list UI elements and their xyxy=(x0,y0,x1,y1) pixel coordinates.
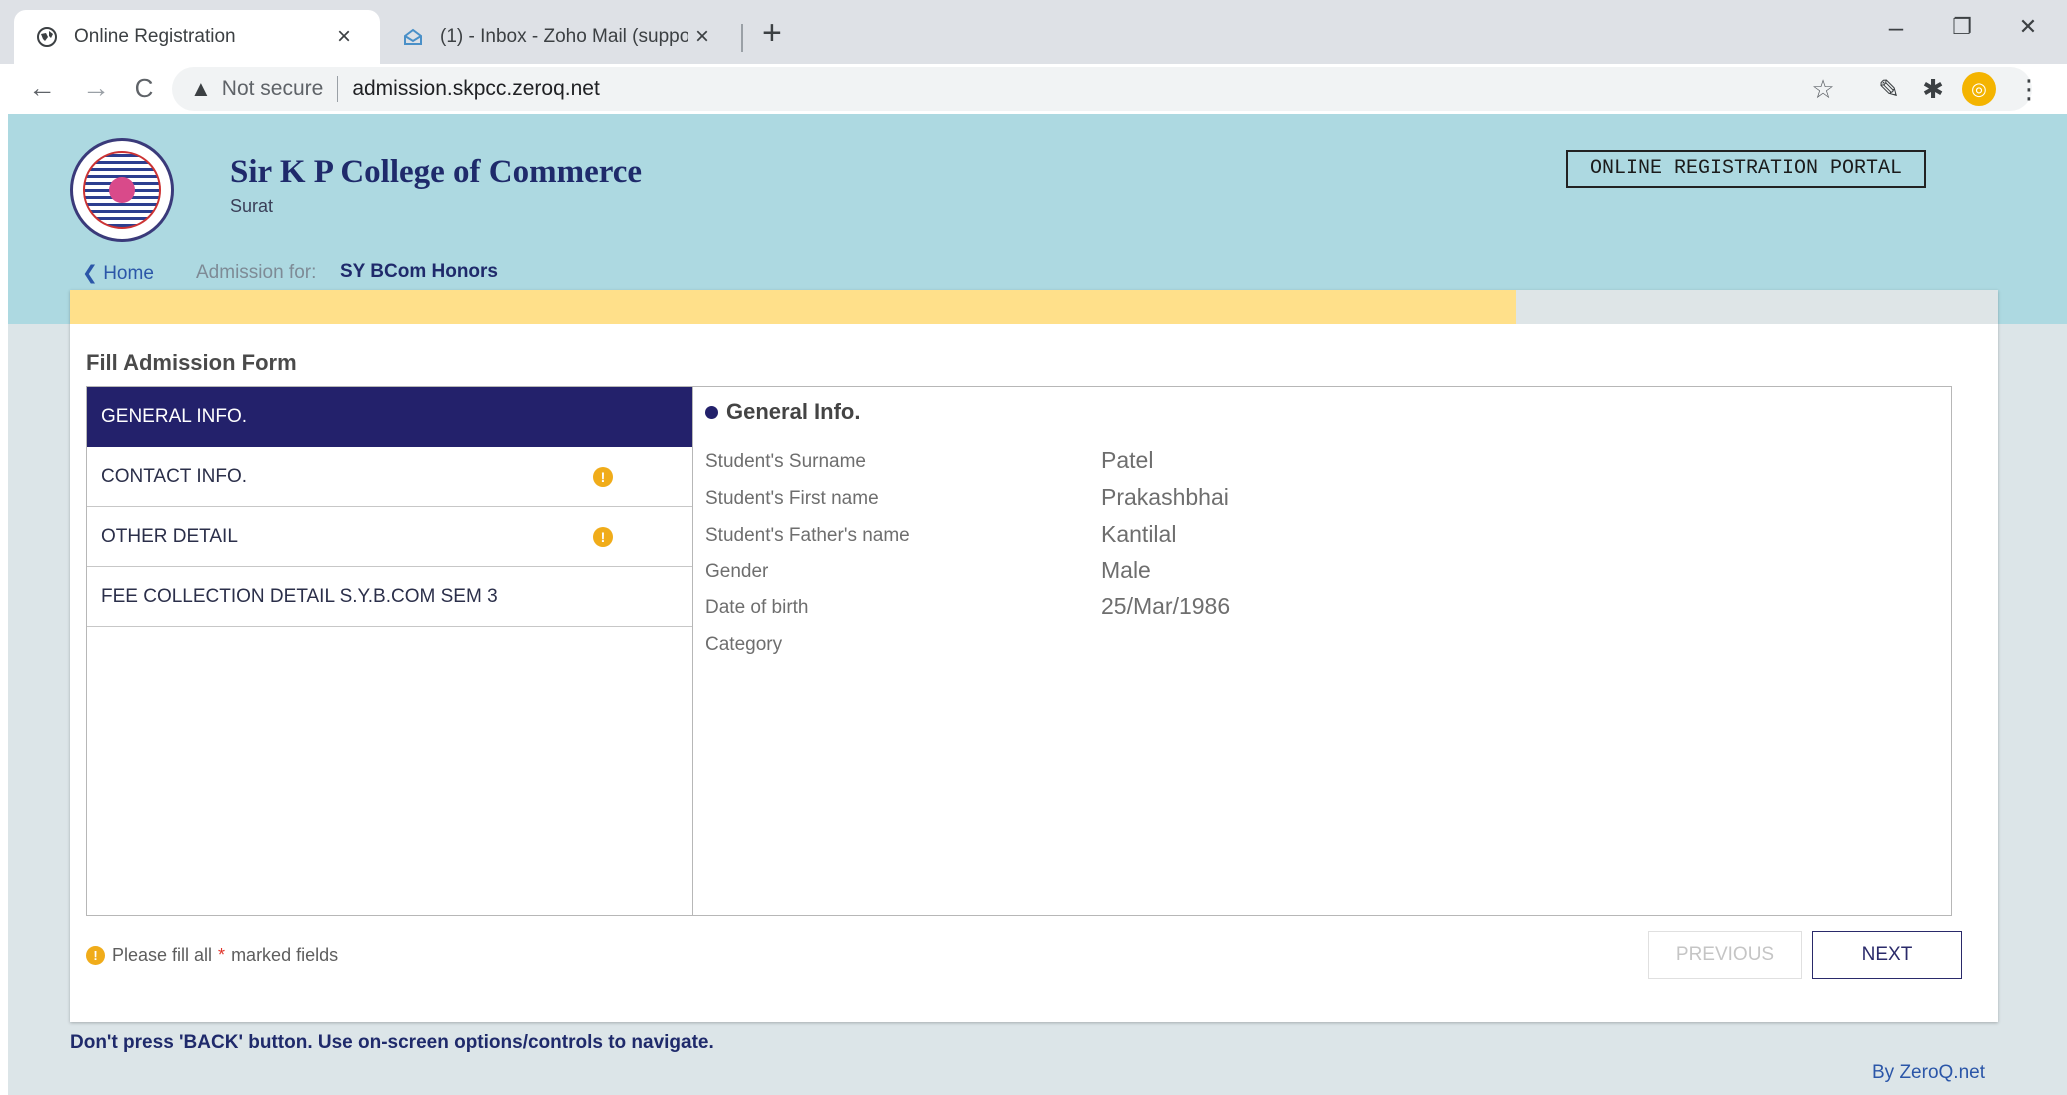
tab-online-registration[interactable]: Online Registration × xyxy=(14,10,380,64)
step-fee-collection[interactable]: FEE COLLECTION DETAIL S.Y.B.COM SEM 3 xyxy=(87,567,692,627)
field-label: Date of birth xyxy=(705,597,809,618)
field-row-gender: Gender Male xyxy=(705,553,1935,593)
warning-icon[interactable]: ▲ xyxy=(190,76,212,102)
eyedropper-icon[interactable]: ✎ xyxy=(1872,72,1906,106)
admission-label: Admission for: xyxy=(196,262,317,283)
next-button[interactable]: NEXT xyxy=(1812,931,1962,979)
field-row-first-name: Student's First name Prakashbhai xyxy=(705,480,1935,520)
back-button-warning: Don't press 'BACK' button. Use on-screen… xyxy=(70,1032,714,1053)
logo-emblem xyxy=(109,177,135,203)
field-row-dob: Date of birth 25/Mar/1986 xyxy=(705,589,1935,629)
step-label: FEE COLLECTION DETAIL S.Y.B.COM SEM 3 xyxy=(101,585,498,607)
globe-icon xyxy=(37,27,57,47)
address-separator xyxy=(337,76,339,102)
field-value: Prakashbhai xyxy=(1101,484,1229,510)
form-steps-list: GENERAL INFO. CONTACT INFO. ! OTHER DETA… xyxy=(86,386,692,916)
page-body: Sir K P College of Commerce Surat ONLINE… xyxy=(8,114,2067,1095)
section-title: General Info. xyxy=(726,399,861,424)
form-progress-bar xyxy=(70,290,1998,324)
field-row-surname: Student's Surname Patel xyxy=(705,443,1935,483)
required-star: * xyxy=(218,945,226,965)
field-label: Category xyxy=(705,634,783,655)
previous-button[interactable]: PREVIOUS xyxy=(1648,931,1802,979)
browser-toolbar: ← → C ▲ Not secure admission.skpcc.zeroq… xyxy=(0,64,2067,114)
field-value: Kantilal xyxy=(1101,521,1177,547)
step-label: GENERAL INFO. xyxy=(101,406,248,427)
alert-icon: ! xyxy=(86,946,105,965)
required-fields-note: ! Please fill all * marked fields xyxy=(86,945,338,966)
field-row-father-name: Student's Father's name Kantilal xyxy=(705,517,1935,557)
mail-icon xyxy=(404,28,422,45)
tab-zoho-mail[interactable]: (1) - Inbox - Zoho Mail (support@ × xyxy=(384,10,734,64)
form-title: Fill Admission Form xyxy=(86,350,297,375)
admission-form-card: Fill Admission Form GENERAL INFO. CONTAC… xyxy=(70,290,1998,1022)
menu-icon[interactable]: ⋮ xyxy=(2012,72,2046,106)
new-tab-button[interactable]: + xyxy=(762,16,782,50)
extensions-icon[interactable]: ✱ xyxy=(1916,72,1950,106)
college-logo xyxy=(70,138,174,242)
field-label: Gender xyxy=(705,561,769,582)
portal-label: ONLINE REGISTRATION PORTAL xyxy=(1566,150,1926,188)
progress-fill xyxy=(70,290,1516,324)
tab-title: (1) - Inbox - Zoho Mail (support@ xyxy=(440,26,688,47)
field-label: Student's First name xyxy=(705,488,879,509)
section-heading: General Info. xyxy=(705,399,860,425)
field-label: Student's Father's name xyxy=(705,525,910,546)
tab-separator xyxy=(741,24,743,52)
field-value: 25/Mar/1986 xyxy=(1101,593,1231,619)
home-link[interactable]: ❮ Home xyxy=(82,262,154,285)
step-other-detail[interactable]: OTHER DETAIL ! xyxy=(87,507,692,567)
url-text[interactable]: admission.skpcc.zeroq.net xyxy=(352,77,599,101)
college-name: Sir K P College of Commerce xyxy=(230,154,643,190)
field-row-category: Category xyxy=(705,626,1935,666)
step-label: CONTACT INFO. xyxy=(101,465,248,487)
step-contact-info[interactable]: CONTACT INFO. ! xyxy=(87,447,692,507)
alert-icon: ! xyxy=(593,467,613,487)
note-prefix: Please fill all xyxy=(112,945,213,965)
field-value: Male xyxy=(1101,557,1151,583)
bullet-icon xyxy=(705,405,718,419)
address-bar[interactable]: ▲ Not secure admission.skpcc.zeroq.net xyxy=(172,67,2032,111)
alert-icon: ! xyxy=(593,527,613,547)
reload-icon[interactable]: C xyxy=(124,68,164,108)
close-window-button[interactable]: ✕ xyxy=(2008,14,2048,40)
security-status[interactable]: Not secure xyxy=(222,77,324,101)
browser-tab-strip: Online Registration × (1) - Inbox - Zoho… xyxy=(0,0,2067,64)
college-city: Surat xyxy=(230,196,274,216)
field-label: Student's Surname xyxy=(705,451,866,472)
forward-icon[interactable]: → xyxy=(76,68,116,108)
close-tab-icon[interactable]: × xyxy=(688,23,716,51)
zeroq-credit-link[interactable]: By ZeroQ.net xyxy=(1872,1062,1985,1084)
tab-title: Online Registration xyxy=(74,26,236,47)
back-icon[interactable]: ← xyxy=(22,68,62,108)
close-tab-icon[interactable]: × xyxy=(330,23,358,51)
step-label: OTHER DETAIL xyxy=(101,525,238,547)
minimize-button[interactable]: – xyxy=(1876,12,1916,43)
step-general-info[interactable]: GENERAL INFO. xyxy=(87,387,692,447)
field-value: Patel xyxy=(1101,447,1154,473)
general-info-panel: General Info. Student's Surname Patel St… xyxy=(692,386,1952,916)
note-suffix: marked fields xyxy=(231,945,339,965)
restore-button[interactable]: ❐ xyxy=(1942,14,1982,40)
profile-icon[interactable]: ◎ xyxy=(1962,72,1996,106)
bookmark-star-icon[interactable]: ☆ xyxy=(1806,72,1840,106)
admission-course: SY BCom Honors xyxy=(340,261,499,282)
